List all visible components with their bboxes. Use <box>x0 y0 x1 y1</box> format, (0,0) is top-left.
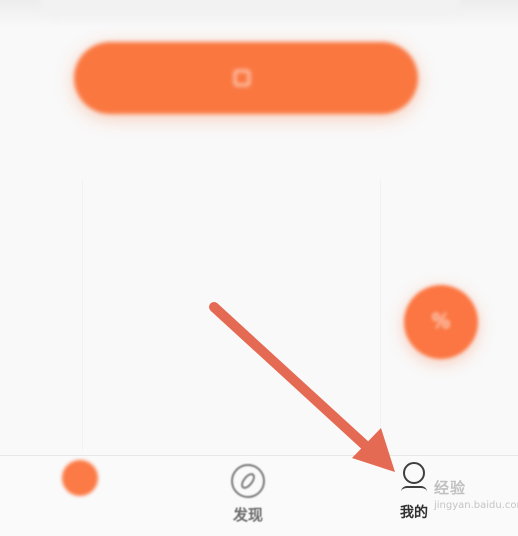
floating-action-button[interactable]: % <box>404 285 478 359</box>
app-screen: % 发现 我的 经验 jingyan.baidu.com <box>0 0 518 536</box>
tab-discover-label: 发现 <box>232 506 263 524</box>
content-guide-right <box>380 180 381 450</box>
tab-discover[interactable]: 发现 <box>188 456 308 536</box>
content-guide-left <box>82 180 83 450</box>
compass-needle-icon <box>238 470 258 492</box>
person-icon <box>397 462 431 496</box>
primary-action-button[interactable] <box>74 42 418 114</box>
watermark-title: 经验 <box>434 479 467 497</box>
tab-home[interactable] <box>20 456 140 536</box>
person-body-shape <box>401 486 427 492</box>
watermark-subtitle: jingyan.baidu.com <box>434 500 518 511</box>
primary-action-subtext <box>190 142 310 164</box>
watermark: 经验 jingyan.baidu.com <box>434 479 518 520</box>
compass-icon <box>231 464 265 498</box>
primary-action-icon <box>234 70 250 86</box>
tab-mine-label: 我的 <box>400 505 428 521</box>
top-card <box>40 0 460 16</box>
person-head-shape <box>403 462 425 484</box>
percent-icon: % <box>431 309 451 333</box>
annotation-arrow-shaft <box>209 302 373 453</box>
home-icon <box>62 460 98 496</box>
